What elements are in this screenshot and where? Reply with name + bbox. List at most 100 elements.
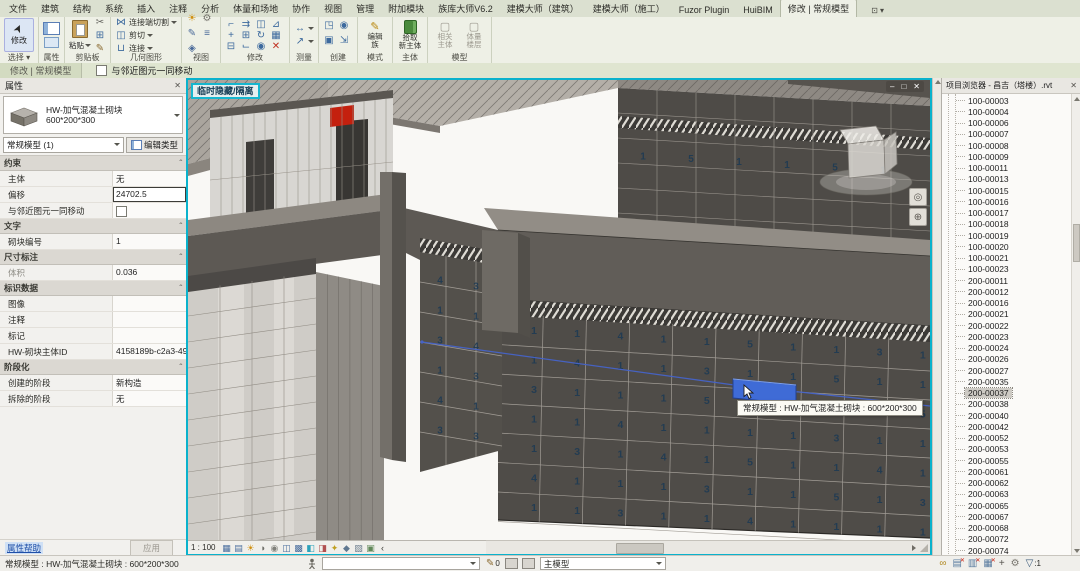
browser-item[interactable]: 200-00021 [942,309,1072,320]
type-selector[interactable]: HW-加气混凝土砌块 600*200*300 [3,96,183,134]
properties-close-icon[interactable]: ✕ [174,81,181,90]
project-browser-close-icon[interactable]: ✕ [1070,81,1077,90]
ribbon-tab-2[interactable]: 建筑 [34,0,66,17]
property-value[interactable]: 无 [112,391,186,406]
ribbon-tab-17[interactable]: HuiBIM [736,3,780,17]
browser-item[interactable]: 100-00008 [942,140,1072,151]
drawing-area[interactable]: 151151 114115113114113115113111514115114… [186,78,932,556]
align-icon[interactable]: ⌐ [225,19,237,30]
steering-wheel-icon[interactable]: ◎ [909,188,927,206]
scroll-right-icon[interactable] [912,545,916,551]
drag-elements-icon[interactable]: + [999,558,1005,570]
property-value[interactable]: 1 [112,234,186,249]
browser-item[interactable]: 200-00023 [942,331,1072,342]
browser-item[interactable]: 200-00072 [942,534,1072,545]
design-option-icon[interactable] [522,558,535,569]
constraints-icon[interactable]: ◆ [340,542,352,554]
rendering-icon[interactable]: ◉ [268,542,280,554]
view-minimize-icon[interactable]: – [890,82,894,91]
browser-item[interactable]: 200-00012 [942,286,1072,297]
show-crop-icon[interactable]: ▦ [220,542,232,554]
select-pinned-icon[interactable]: ▦✕ [983,558,992,570]
ribbon-tab-12[interactable]: 附加模块 [381,0,431,17]
worksharing-display-icon[interactable]: ▧ [352,542,364,554]
browser-item[interactable]: 100-00020 [942,241,1072,252]
browser-scrollbar[interactable] [1071,94,1080,556]
hide-isolate-icon[interactable]: ◧ [304,542,316,554]
browser-item[interactable]: 200-00063 [942,489,1072,500]
browser-item[interactable]: 100-00016 [942,196,1072,207]
browser-item[interactable]: 200-00026 [942,354,1072,365]
join-end-cut-row[interactable]: ⋈连接端切割 [115,17,177,28]
instance-selector-dropdown[interactable]: 常规模型 (1) [3,137,124,153]
property-value[interactable]: 0.036 [112,265,186,280]
property-row[interactable]: 标记 [0,328,186,344]
browser-item[interactable]: 200-00035 [942,376,1072,387]
browser-item[interactable]: 200-00053 [942,444,1072,455]
editing-requests-icon[interactable]: ✎0 [486,558,500,570]
copy-icon[interactable]: ⊞ [94,30,106,41]
edit-family-button[interactable]: ✎ 编辑 族 [362,21,388,49]
browser-item[interactable]: 100-00013 [942,174,1072,185]
ribbon-tab-11[interactable]: 管理 [349,0,381,17]
detail-level-icon[interactable]: ▤ [232,542,244,554]
view-pencil-icon[interactable]: ✎ [186,28,198,43]
move-with-nearby-checkbox[interactable] [96,65,107,76]
ribbon-tab-8[interactable]: 体量和场地 [226,0,285,17]
browser-item[interactable]: 100-00003 [942,95,1072,106]
browser-item[interactable]: 100-00011 [942,163,1072,174]
copy-icon[interactable]: ⊞ [240,30,252,41]
view-restore-icon[interactable]: □ [901,82,906,91]
scrollbar-thumb[interactable] [616,543,664,554]
move-icon[interactable]: + [225,30,237,41]
array-icon[interactable]: ▦ [270,30,282,41]
scroll-down-icon[interactable] [1074,549,1080,553]
browser-item[interactable]: 100-00004 [942,106,1072,117]
property-section-header[interactable]: 标识数据ˆ [0,281,186,296]
cut-icon[interactable]: ✂ [94,17,106,28]
browser-item[interactable]: 200-00067 [942,511,1072,522]
ribbon-tab-13[interactable]: 族库大师V6.2 [431,0,500,17]
split-icon[interactable]: ⊟ [225,41,237,52]
create-icon-4[interactable]: ⇲ [338,35,350,50]
worksharing-display-icon[interactable]: ∞ [939,558,946,570]
lightbulb-icon[interactable]: ☀ [186,13,198,28]
pin-icon[interactable]: ◉ [255,41,267,52]
settings-gear-icon[interactable]: ⚙ [1011,558,1020,570]
pick-new-host-button[interactable]: 拾取 新主体 [397,20,423,50]
property-row[interactable]: 与邻近图元一同移动 [0,203,186,219]
property-value[interactable]: 新构造 [112,375,186,390]
create-icon-3[interactable]: ▣ [323,35,335,50]
sun-path-icon[interactable]: ☀ [244,542,256,554]
browser-item[interactable]: 200-00011 [942,275,1072,286]
offset-icon[interactable]: ⇉ [240,19,252,30]
browser-item[interactable]: 100-00019 [942,230,1072,241]
measure-icon-row[interactable]: ↔ [294,23,314,34]
ribbon-tab-9[interactable]: 协作 [285,0,317,17]
property-value[interactable]: 24702.5 [112,187,186,202]
property-section-header[interactable]: 阶段化ˆ [0,360,186,375]
edit-type-button[interactable]: 编辑类型 [126,137,183,153]
browser-item[interactable]: 200-00065 [942,500,1072,511]
view-scale[interactable]: 1 : 100 [191,543,215,552]
ribbon-tab-3[interactable]: 结构 [66,0,98,17]
panel-label-select[interactable]: 选择 ▾ [0,52,38,63]
browser-item[interactable]: 200-00062 [942,478,1072,489]
cut-geometry-row[interactable]: ◫剪切 [115,30,153,41]
properties-help-link[interactable]: 属性帮助 [5,542,43,554]
temporary-hide-isolate-badge[interactable]: 临时隐藏/隔离 [191,83,260,99]
trim-icon[interactable]: ⌙ [240,41,252,52]
paste-button[interactable]: 粘贴 [69,20,91,51]
browser-item[interactable]: 200-00024 [942,343,1072,354]
filter-icon[interactable]: ▽:1 [1026,558,1041,570]
browser-item[interactable]: 200-00037 [942,388,1072,399]
browser-item[interactable]: 100-00017 [942,208,1072,219]
delete-icon[interactable]: ✕ [270,41,282,52]
browser-item[interactable]: 200-00040 [942,410,1072,421]
view-gear-icon[interactable]: ⚙ [201,13,213,28]
browser-item[interactable]: 100-00018 [942,219,1072,230]
browser-item[interactable]: 200-00068 [942,523,1072,534]
property-value[interactable]: 无 [112,171,186,186]
ribbon-tab-16[interactable]: Fuzor Plugin [672,3,737,17]
ribbon-tab-14[interactable]: 建模大师（建筑） [500,0,586,17]
